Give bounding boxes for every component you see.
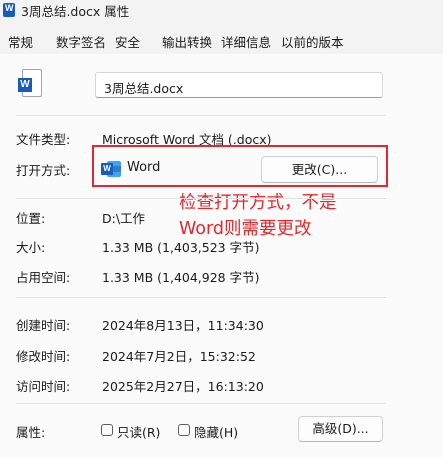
accessed-value: 2025年2月27日，16:13:20 [102, 379, 264, 394]
window-title: 3周总结.docx 属性 [21, 4, 130, 19]
tab-security[interactable]: 安全 [115, 32, 140, 51]
tab-output-conversion[interactable]: 输出转换 [162, 32, 212, 51]
attributes-label: 属性: [16, 425, 46, 440]
tab-previous-versions[interactable]: 以前的版本 [281, 32, 344, 51]
location-value: D:\工作 [102, 211, 146, 226]
highlight-box [92, 145, 388, 187]
divider [16, 198, 386, 199]
size-label: 大小: [16, 240, 46, 255]
word-doc-icon: W [18, 69, 42, 97]
annotation-line-1: 检查打开方式，不是 [179, 193, 337, 213]
divider [16, 297, 386, 298]
word-doc-icon [3, 3, 15, 17]
divider [16, 115, 386, 116]
tab-bar: 常规 数字签名 安全 输出转换 详细信息 以前的版本 [0, 22, 443, 59]
filename-input[interactable]: 3周总结.docx [95, 72, 383, 98]
modified-value: 2024年7月2日，15:32:52 [102, 349, 256, 364]
readonly-checkbox[interactable] [101, 424, 113, 436]
readonly-label[interactable]: 只读(R) [117, 422, 160, 441]
title-bar: 3周总结.docx 属性 [0, 0, 443, 22]
file-type-label: 文件类型: [16, 132, 71, 147]
divider [16, 403, 386, 404]
size-value: 1.33 MB (1,403,523 字节) [102, 240, 260, 255]
hidden-label[interactable]: 隐藏(H) [194, 422, 238, 441]
created-label: 创建时间: [16, 318, 71, 333]
accessed-label: 访问时间: [16, 379, 71, 394]
advanced-button[interactable]: 高级(D)... [298, 416, 383, 442]
filename-value: 3周总结.docx [104, 81, 184, 96]
disk-size-label: 占用空间: [16, 270, 71, 285]
location-label: 位置: [16, 211, 46, 226]
tab-details[interactable]: 详细信息 [221, 32, 271, 51]
tab-digital-signature[interactable]: 数字签名 [56, 32, 106, 51]
created-value: 2024年8月13日，11:34:30 [102, 318, 264, 333]
tab-general[interactable]: 常规 [8, 32, 34, 59]
open-with-label: 打开方式: [16, 163, 71, 178]
modified-label: 修改时间: [16, 349, 71, 364]
disk-size-value: 1.33 MB (1,404,928 字节) [102, 270, 260, 285]
word-badge: W [18, 78, 32, 92]
hidden-checkbox[interactable] [178, 424, 190, 436]
